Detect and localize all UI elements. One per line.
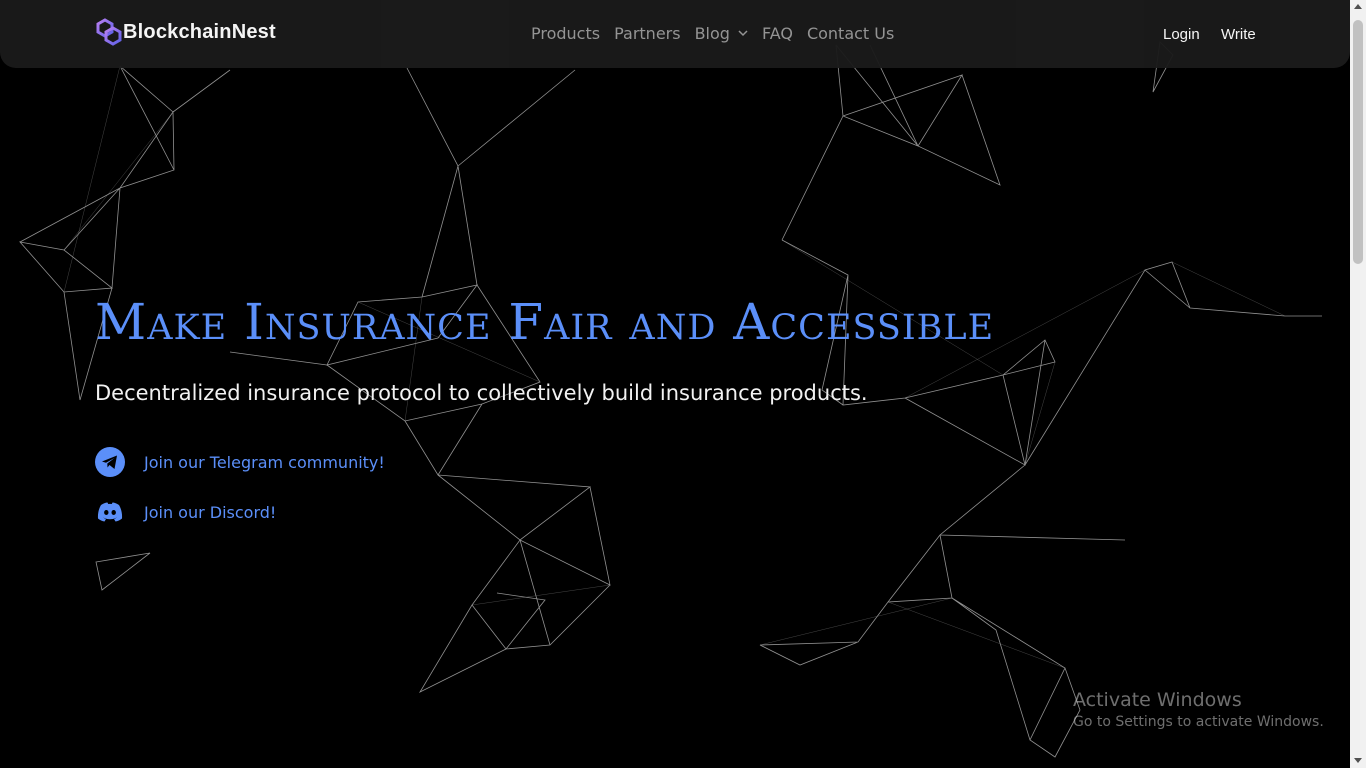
- hero-title: Make Insurance Fair and Accessible: [95, 293, 995, 351]
- brand-logo[interactable]: BlockchainNest: [96, 17, 276, 47]
- hero-subtitle: Decentralized insurance protocol to coll…: [95, 381, 868, 405]
- scrollbar-thumb[interactable]: [1353, 20, 1363, 264]
- discord-icon: [97, 502, 123, 522]
- discord-link-label: Join our Discord!: [144, 502, 277, 522]
- nav-blog-label: Blog: [694, 24, 730, 43]
- nav-partners[interactable]: Partners: [614, 24, 680, 43]
- scroll-up-arrow-icon[interactable]: [1354, 4, 1362, 9]
- windows-activation-watermark: Activate Windows Go to Settings to activ…: [1073, 689, 1324, 730]
- hexagon-logo-icon: [96, 18, 122, 46]
- discord-link[interactable]: Join our Discord!: [95, 497, 276, 527]
- nav-faq[interactable]: FAQ: [762, 24, 793, 43]
- login-button[interactable]: Login: [1163, 26, 1200, 43]
- nav-blog[interactable]: Blog: [695, 24, 748, 43]
- telegram-link[interactable]: Join our Telegram community!: [95, 447, 385, 477]
- watermark-title: Activate Windows: [1073, 689, 1242, 711]
- nav-contact-us[interactable]: Contact Us: [807, 24, 894, 43]
- telegram-link-label: Join our Telegram community!: [144, 452, 385, 472]
- main-nav: Products Partners Blog FAQ Contact Us: [531, 24, 908, 43]
- vertical-scrollbar[interactable]: [1350, 0, 1366, 768]
- brand-name: BlockchainNest: [123, 20, 276, 43]
- telegram-icon: [95, 447, 125, 477]
- chevron-down-icon: [738, 30, 748, 37]
- nav-products[interactable]: Products: [531, 24, 600, 43]
- watermark-subtitle: Go to Settings to activate Windows.: [1073, 714, 1324, 730]
- scroll-down-arrow-icon[interactable]: [1354, 758, 1362, 763]
- write-button[interactable]: Write: [1221, 26, 1256, 43]
- top-navbar: BlockchainNest Products Partners Blog FA…: [0, 0, 1350, 68]
- page: BlockchainNest Products Partners Blog FA…: [0, 0, 1366, 768]
